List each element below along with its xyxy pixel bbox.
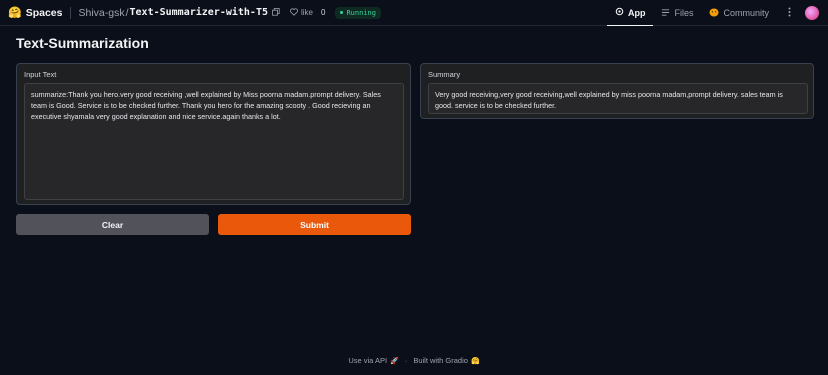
space-nav: App Files Community <box>606 0 828 26</box>
tab-community[interactable]: Community <box>701 0 777 26</box>
summary-output: Very good receiving,very good receiving,… <box>428 83 808 114</box>
footer: Use via API 🚀 · Built with Gradio 🤗 <box>0 356 828 365</box>
like-button[interactable]: like 0 <box>290 7 326 18</box>
like-label: like <box>301 8 314 17</box>
copy-icon[interactable] <box>272 7 280 18</box>
breadcrumb-separator: / <box>125 6 129 19</box>
app-icon <box>615 7 624 18</box>
avatar[interactable] <box>805 6 819 20</box>
community-icon <box>709 8 719 19</box>
repo-link[interactable]: Text-Summarizer-with-T5 <box>130 7 268 18</box>
submit-button[interactable]: Submit <box>218 214 411 235</box>
status-badge: Running <box>335 6 381 19</box>
kebab-icon[interactable] <box>783 7 795 20</box>
status-text: Running <box>346 8 376 17</box>
tab-app[interactable]: App <box>606 0 654 26</box>
input-textarea[interactable]: summarize:Thank you hero.very good recei… <box>24 83 404 200</box>
status-dot <box>340 11 344 14</box>
summary-panel: Summary Very good receiving,very good re… <box>420 63 814 119</box>
like-count: 0 <box>321 8 326 17</box>
tab-app-label: App <box>627 7 646 18</box>
hugging-face-icon: 🤗 <box>8 7 22 19</box>
input-panel: Input Text summarize:Thank you hero.very… <box>16 63 411 205</box>
heart-icon <box>290 7 298 18</box>
summary-label: Summary <box>428 70 461 79</box>
space-breadcrumb: Shiva-gsk / Text-Summarizer-with-T5 <box>78 7 280 19</box>
rocket-icon: 🚀 <box>390 358 399 365</box>
tab-files[interactable]: Files <box>653 0 701 26</box>
clear-button[interactable]: Clear <box>16 214 209 235</box>
top-bar: 🤗 Spaces Shiva-gsk / Text-Summarizer-wit… <box>0 0 828 26</box>
spaces-logo[interactable]: 🤗 Spaces <box>8 6 63 20</box>
input-label: Input Text <box>24 70 57 79</box>
gradio-icon: 🤗 <box>470 358 480 365</box>
owner-link[interactable]: Shiva-gsk <box>78 7 124 19</box>
files-icon <box>661 8 670 19</box>
page-title: Text-Summarization <box>16 35 149 51</box>
built-with-gradio-link[interactable]: Built with Gradio <box>413 356 468 365</box>
spaces-label: Spaces <box>25 6 63 19</box>
tab-files-label: Files <box>674 8 694 18</box>
use-via-api-link[interactable]: Use via API <box>348 356 387 365</box>
divider <box>70 6 72 19</box>
footer-separator: · <box>404 356 408 365</box>
tab-community-label: Community <box>723 8 769 18</box>
